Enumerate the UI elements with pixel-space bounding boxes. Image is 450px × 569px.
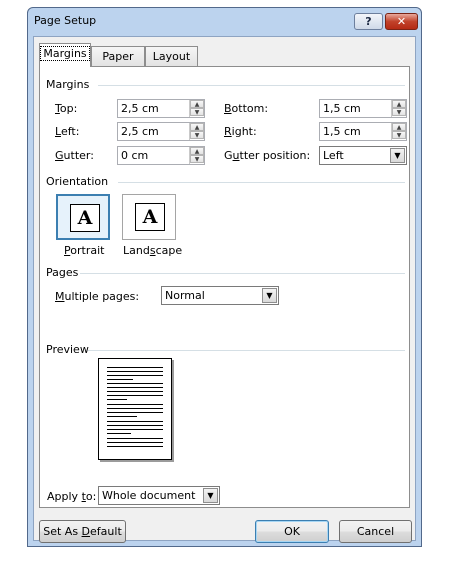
right-margin-spinner[interactable]: 1,5 cm ▲ ▼ bbox=[319, 122, 407, 141]
spin-up-icon[interactable]: ▲ bbox=[190, 123, 204, 131]
ok-button[interactable]: OK bbox=[255, 520, 329, 543]
multiple-pages-select[interactable]: Normal ▼ bbox=[161, 286, 279, 305]
dialog-body: Margins Paper Layout Margins Top: 2,5 cm… bbox=[33, 36, 416, 543]
portrait-page-icon: A bbox=[70, 204, 100, 232]
set-as-default-button[interactable]: Set As Default bbox=[39, 520, 126, 543]
landscape-label[interactable]: Landscape bbox=[123, 244, 182, 257]
right-margin-value: 1,5 cm bbox=[323, 125, 361, 138]
portrait-option[interactable]: A bbox=[56, 194, 110, 240]
bottom-margin-spinner[interactable]: 1,5 cm ▲ ▼ bbox=[319, 99, 407, 118]
landscape-page-icon: A bbox=[135, 203, 165, 231]
multiple-pages-label: Multiple pages: bbox=[55, 290, 140, 303]
left-margin-value: 2,5 cm bbox=[121, 125, 159, 138]
spin-up-icon[interactable]: ▲ bbox=[392, 100, 406, 108]
spin-down-icon[interactable]: ▼ bbox=[392, 131, 406, 139]
margins-divider bbox=[98, 85, 405, 86]
margins-group-title: Margins bbox=[46, 78, 90, 91]
right-label: Right: bbox=[224, 125, 257, 138]
apply-to-label: Apply to: bbox=[47, 490, 97, 503]
left-margin-spinner[interactable]: 2,5 cm ▲ ▼ bbox=[117, 122, 205, 141]
multiple-pages-value: Normal bbox=[165, 289, 205, 302]
bottom-label: Bottom: bbox=[224, 102, 269, 115]
tab-paper-label: Paper bbox=[102, 50, 134, 63]
gutter-position-value: Left bbox=[323, 149, 344, 162]
chevron-down-icon[interactable]: ▼ bbox=[203, 488, 218, 503]
gutter-value: 0 cm bbox=[121, 149, 149, 162]
spin-up-icon[interactable]: ▲ bbox=[190, 147, 204, 155]
pages-group-title: Pages bbox=[46, 266, 79, 279]
gutter-position-label: Gutter position: bbox=[224, 149, 311, 162]
orientation-group-title: Orientation bbox=[46, 175, 109, 188]
cancel-button[interactable]: Cancel bbox=[339, 520, 412, 543]
bottom-margin-value: 1,5 cm bbox=[323, 102, 361, 115]
top-margin-spinner[interactable]: 2,5 cm ▲ ▼ bbox=[117, 99, 205, 118]
spin-up-icon[interactable]: ▲ bbox=[190, 100, 204, 108]
spin-down-icon[interactable]: ▼ bbox=[392, 108, 406, 116]
landscape-option[interactable]: A bbox=[122, 194, 176, 240]
gutter-label: Gutter: bbox=[55, 149, 94, 162]
preview-group-title: Preview bbox=[46, 343, 89, 356]
preview-divider bbox=[88, 350, 405, 351]
close-icon: ✕ bbox=[396, 15, 407, 28]
tab-layout-label: Layout bbox=[152, 50, 191, 63]
apply-to-select[interactable]: Whole document ▼ bbox=[98, 486, 220, 505]
gutter-spinner[interactable]: 0 cm ▲ ▼ bbox=[117, 146, 205, 165]
spin-down-icon[interactable]: ▼ bbox=[190, 108, 204, 116]
gutter-position-select[interactable]: Left ▼ bbox=[319, 146, 407, 165]
chevron-down-icon[interactable]: ▼ bbox=[390, 148, 405, 163]
preview-page-thumbnail bbox=[98, 358, 172, 460]
pages-divider bbox=[80, 273, 405, 274]
orientation-divider bbox=[118, 182, 405, 183]
spin-up-icon[interactable]: ▲ bbox=[392, 123, 406, 131]
chevron-down-icon[interactable]: ▼ bbox=[262, 288, 277, 303]
close-button[interactable]: ✕ bbox=[385, 13, 418, 30]
left-label: Left: bbox=[55, 125, 80, 138]
spin-down-icon[interactable]: ▼ bbox=[190, 155, 204, 163]
spin-down-icon[interactable]: ▼ bbox=[190, 131, 204, 139]
margins-tab-panel: Margins Top: 2,5 cm ▲ ▼ Bottom: 1,5 cm ▲ ▼… bbox=[39, 66, 410, 508]
apply-to-value: Whole document bbox=[102, 489, 196, 502]
help-button[interactable]: ? bbox=[354, 13, 383, 30]
tab-paper[interactable]: Paper bbox=[91, 46, 145, 66]
title-bar[interactable]: Page Setup ? ✕ bbox=[28, 8, 421, 35]
portrait-label[interactable]: Portrait bbox=[64, 244, 104, 257]
tab-layout[interactable]: Layout bbox=[145, 46, 198, 66]
top-margin-value: 2,5 cm bbox=[121, 102, 159, 115]
tab-margins-label: Margins bbox=[40, 46, 90, 61]
page-setup-dialog: Page Setup ? ✕ Margins Paper Layout Marg… bbox=[27, 7, 422, 547]
tab-margins[interactable]: Margins bbox=[39, 43, 91, 67]
dialog-title: Page Setup bbox=[34, 14, 97, 27]
top-label: Top: bbox=[55, 102, 78, 115]
